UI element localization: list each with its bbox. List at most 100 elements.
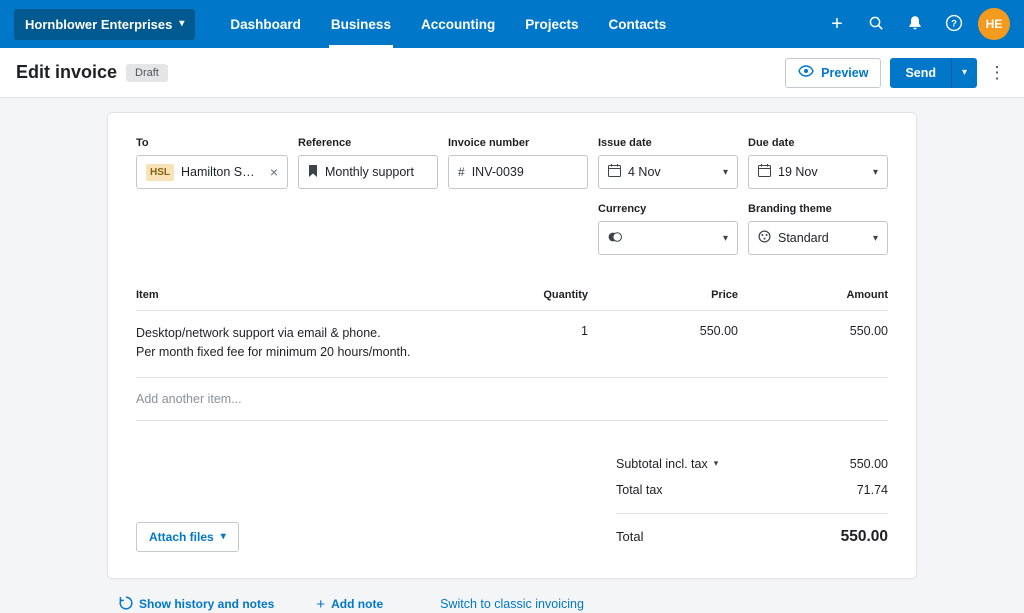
- column-header-price: Price: [711, 289, 738, 301]
- reference-input[interactable]: Monthly support: [298, 155, 438, 189]
- item-price: 550.00: [699, 324, 738, 338]
- chevron-down-icon: ▾: [220, 531, 226, 543]
- create-new-button[interactable]: +: [822, 9, 852, 39]
- column-header-amount: Amount: [846, 289, 888, 301]
- nav-accounting[interactable]: Accounting: [406, 0, 510, 48]
- calendar-icon: [758, 164, 771, 180]
- branding-theme-label: Branding theme: [748, 203, 832, 215]
- due-date-picker[interactable]: 19 Nov ▾: [748, 155, 888, 189]
- notifications-button[interactable]: [900, 9, 930, 39]
- chevron-down-icon: ▾: [722, 166, 728, 178]
- issue-date-label: Issue date: [598, 137, 652, 149]
- org-switcher-button[interactable]: Hornblower Enterprises ▾: [14, 8, 196, 40]
- item-amount: 550.00: [849, 324, 888, 338]
- invoice-number-value: INV-0039: [471, 165, 524, 179]
- chevron-down-icon: ▾: [713, 458, 719, 469]
- send-split-button: Send ▾: [890, 57, 977, 88]
- nav-dashboard[interactable]: Dashboard: [215, 0, 316, 48]
- branding-theme-value: Standard: [778, 231, 829, 245]
- total-tax-label: Total tax: [616, 482, 663, 497]
- preview-button[interactable]: Preview: [785, 57, 882, 88]
- contact-field[interactable]: HSL Hamilton Smith Ltd ×: [136, 155, 288, 189]
- column-header-item: Item: [136, 289, 159, 301]
- plus-icon: +: [831, 13, 843, 35]
- branding-theme-select[interactable]: Standard ▾: [748, 221, 888, 255]
- calendar-icon: [608, 164, 621, 180]
- send-options-button[interactable]: ▾: [951, 57, 977, 88]
- table-row[interactable]: Desktop/network support via email & phon…: [136, 311, 888, 378]
- eye-icon: [798, 65, 814, 80]
- invoice-card: To HSL Hamilton Smith Ltd × Reference Mo…: [107, 112, 917, 579]
- close-icon[interactable]: ×: [270, 165, 278, 179]
- nav-business[interactable]: Business: [316, 0, 406, 48]
- plus-icon: +: [316, 595, 326, 613]
- show-history-label: Show history and notes: [139, 597, 275, 612]
- item-quantity: 1: [581, 324, 588, 338]
- contact-name: Hamilton Smith Ltd: [181, 165, 263, 179]
- to-field-group: To HSL Hamilton Smith Ltd ×: [136, 137, 288, 189]
- attach-files-label: Attach files: [149, 529, 214, 544]
- invoice-number-field-group: Invoice number # INV-0039: [448, 137, 588, 189]
- totals-block: Subtotal incl. tax ▾ 550.00 Total tax 71…: [616, 451, 888, 552]
- status-badge: Draft: [126, 63, 168, 82]
- preview-label: Preview: [821, 65, 869, 80]
- hash-icon: #: [458, 165, 465, 179]
- to-label: To: [136, 137, 149, 149]
- total-value: 550.00: [840, 527, 888, 545]
- palette-icon: [758, 230, 771, 246]
- search-icon: [868, 15, 884, 34]
- switch-classic-link[interactable]: Switch to classic invoicing: [440, 597, 584, 611]
- subtotal-row: Subtotal incl. tax ▾ 550.00: [616, 451, 888, 477]
- issue-date-field-group: Issue date 4 Nov ▾: [598, 137, 738, 189]
- user-avatar[interactable]: HE: [978, 8, 1010, 40]
- bell-icon: [907, 15, 923, 34]
- top-navigation-bar: Hornblower Enterprises ▾ Dashboard Busin…: [0, 0, 1024, 48]
- show-history-link[interactable]: Show history and notes: [119, 596, 274, 613]
- invoice-number-input[interactable]: # INV-0039: [448, 155, 588, 189]
- add-note-label: Add note: [331, 597, 384, 612]
- contact-initials-badge: HSL: [146, 163, 174, 181]
- help-button[interactable]: ?: [939, 9, 969, 39]
- branding-theme-field-group: Branding theme Standard ▾: [748, 203, 888, 255]
- svg-text:?: ?: [951, 18, 957, 29]
- item-description: Desktop/network support via email & phon…: [136, 324, 478, 363]
- column-header-quantity: Quantity: [543, 289, 588, 301]
- nav-contacts[interactable]: Contacts: [593, 0, 681, 48]
- add-item-field[interactable]: Add another item...: [136, 378, 888, 421]
- search-button[interactable]: [861, 9, 891, 39]
- total-tax-row: Total tax 71.74: [616, 477, 888, 503]
- add-note-link[interactable]: + Add note: [316, 597, 383, 612]
- total-tax-value: 71.74: [856, 482, 888, 497]
- reference-value: Monthly support: [325, 165, 414, 179]
- card-bottom-section: Attach files ▾ Subtotal incl. tax ▾ 550.…: [136, 451, 888, 552]
- attach-files-button[interactable]: Attach files ▾: [136, 521, 239, 552]
- kebab-icon: ⋮: [988, 62, 1006, 82]
- more-options-button[interactable]: ⋮: [986, 63, 1008, 83]
- page-title: Edit invoice: [16, 62, 118, 82]
- currency-field-group: Currency ▾: [598, 203, 738, 255]
- subtotal-dropdown[interactable]: Subtotal incl. tax ▾: [616, 457, 718, 471]
- invoice-number-label: Invoice number: [448, 137, 530, 149]
- subtotal-value: 550.00: [849, 456, 888, 471]
- send-button[interactable]: Send: [890, 57, 951, 88]
- reference-label: Reference: [298, 137, 352, 149]
- page-header: Edit invoice Draft Preview Send ▾ ⋮: [0, 48, 1024, 98]
- due-date-field-group: Due date 19 Nov ▾: [748, 137, 888, 189]
- line-items-table: Item Quantity Price Amount Desktop/netwo…: [136, 289, 888, 421]
- header-actions: Preview Send ▾ ⋮: [785, 57, 1008, 88]
- chevron-down-icon: ▾: [872, 166, 878, 178]
- subtotal-label: Subtotal incl. tax: [616, 456, 708, 471]
- bookmark-icon: [308, 164, 318, 180]
- chevron-down-icon: ▾: [722, 232, 728, 244]
- issue-date-picker[interactable]: 4 Nov ▾: [598, 155, 738, 189]
- due-date-value: 19 Nov: [778, 165, 818, 179]
- chevron-down-icon: ▾: [872, 232, 878, 244]
- help-icon: ?: [945, 14, 963, 35]
- currency-select[interactable]: ▾: [598, 221, 738, 255]
- due-date-label: Due date: [748, 137, 795, 149]
- invoice-fields-row-2: Currency ▾ Branding theme Standard ▾: [598, 203, 888, 255]
- nav-projects[interactable]: Projects: [510, 0, 593, 48]
- table-header-row: Item Quantity Price Amount: [136, 289, 888, 311]
- org-name: Hornblower Enterprises: [25, 16, 173, 32]
- total-label: Total: [616, 529, 644, 545]
